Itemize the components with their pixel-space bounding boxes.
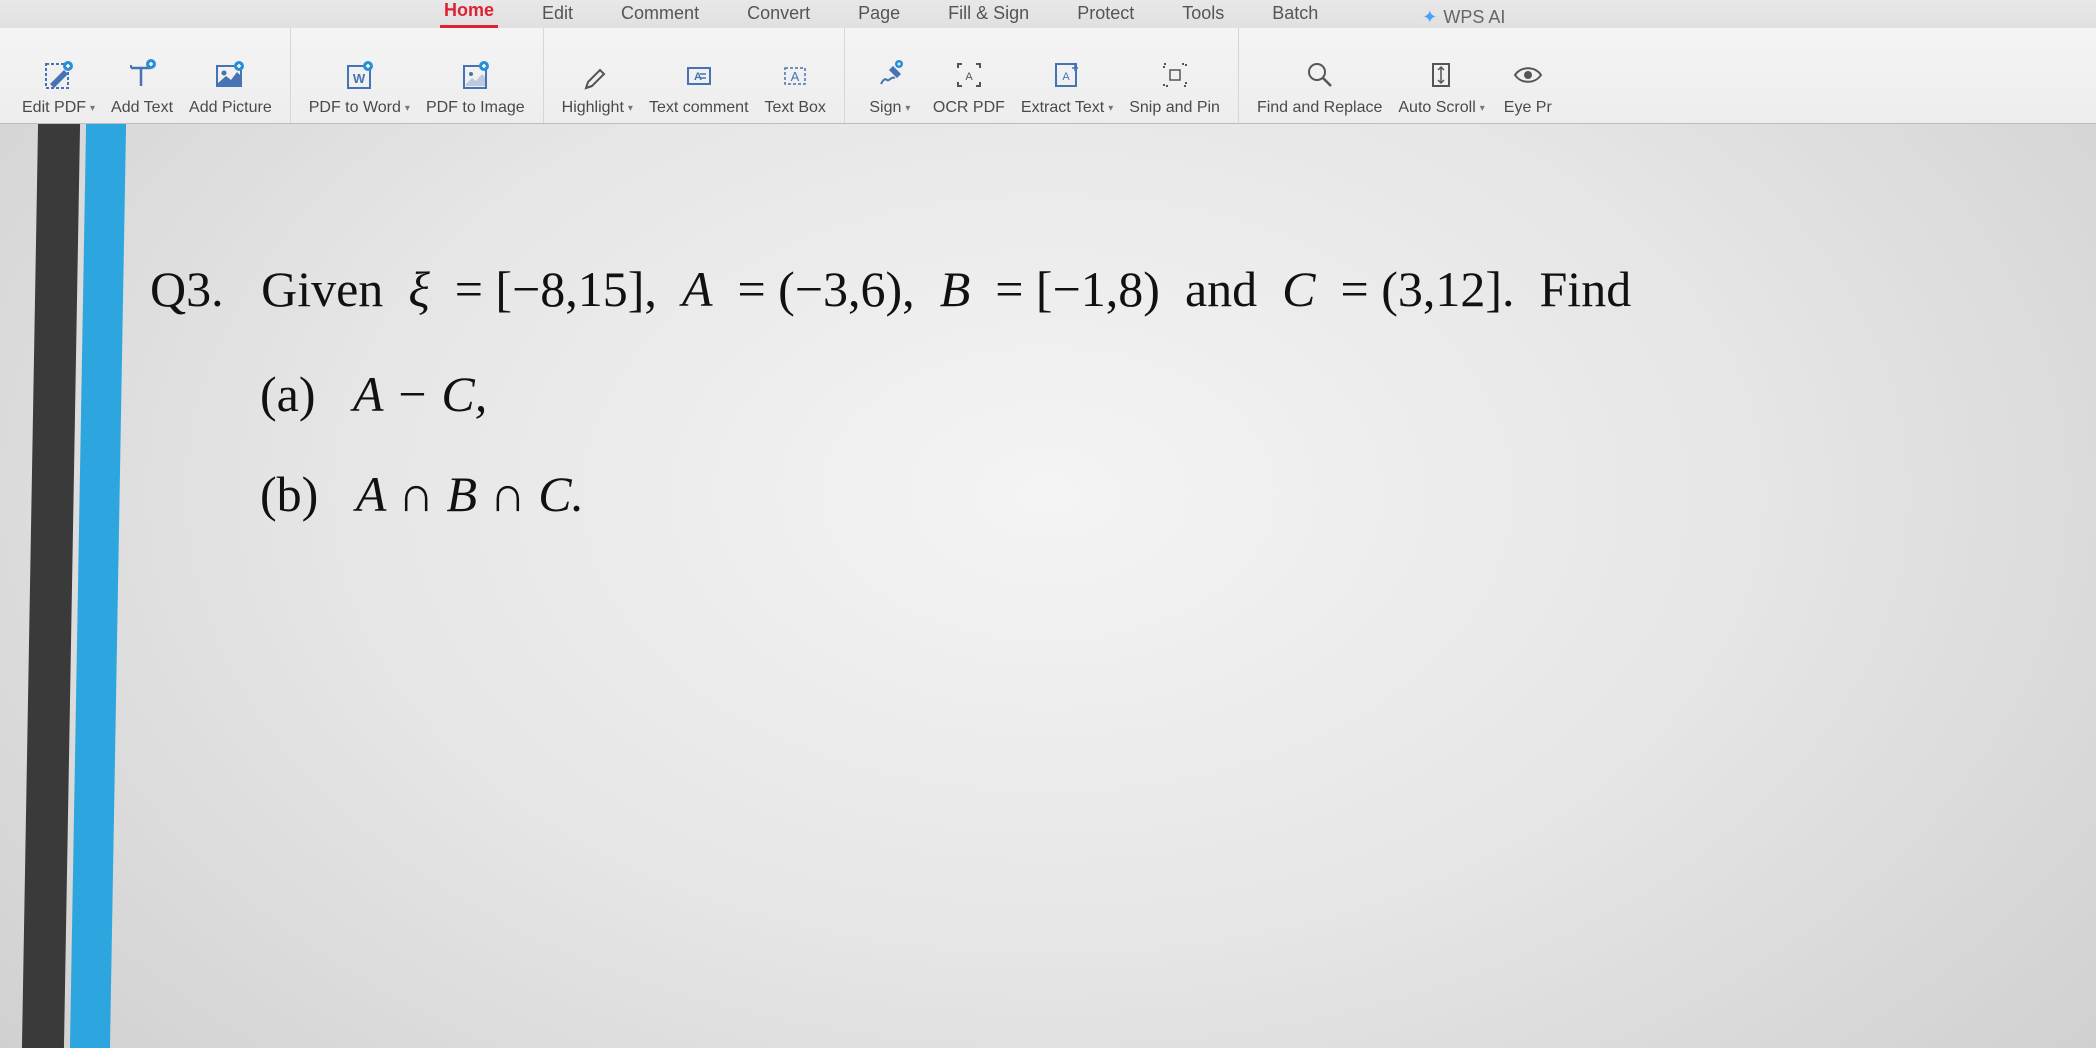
and-word: and: [1185, 261, 1257, 317]
text-comment-label: Text comment: [649, 99, 749, 117]
part-b-body: A ∩ B ∩ C.: [356, 466, 584, 522]
tab-edit[interactable]: Edit: [538, 3, 577, 28]
highlight-button[interactable]: Highlight ▾: [554, 28, 641, 123]
find-replace-label: Find and Replace: [1257, 99, 1382, 117]
text-box-icon: A: [777, 57, 813, 93]
document-viewport[interactable]: Q3. Given ξ = [−8,15], A = (−3,6), B = […: [0, 124, 2096, 1048]
chevron-down-icon: ▾: [628, 103, 633, 114]
pdf-to-image-label: PDF to Image: [426, 99, 525, 117]
page-margin-blue: [70, 124, 126, 1048]
tab-page[interactable]: Page: [854, 3, 904, 28]
pdf-to-word-button[interactable]: W PDF to Word ▾: [301, 28, 418, 123]
tab-tools[interactable]: Tools: [1178, 3, 1228, 28]
part-b: (b) A ∩ B ∩ C.: [260, 454, 2096, 534]
C-symbol: C: [1282, 261, 1315, 317]
B-symbol: B: [940, 261, 971, 317]
part-a-label: (a): [260, 366, 316, 422]
edit-pdf-label: Edit PDF: [22, 99, 86, 117]
chevron-down-icon: ▾: [405, 103, 410, 114]
auto-scroll-icon: [1424, 57, 1460, 93]
extract-text-label: Extract Text: [1021, 99, 1104, 117]
search-icon: [1302, 57, 1338, 93]
chevron-down-icon: ▾: [1480, 103, 1485, 114]
highlight-icon: [579, 57, 615, 93]
B-value: = [−1,8): [995, 261, 1160, 317]
add-text-icon: [124, 57, 160, 93]
ribbon-group-annotate: Highlight ▾ A Text comment A Text Box: [544, 28, 845, 123]
snip-pin-label: Snip and Pin: [1129, 99, 1220, 117]
ocr-pdf-label: OCR PDF: [933, 99, 1005, 117]
ribbon-group-edit: Edit PDF ▾ Add Text Add Picture: [4, 28, 291, 123]
ocr-pdf-button[interactable]: A OCR PDF: [925, 28, 1013, 123]
pdf-to-word-label: PDF to Word: [309, 99, 401, 117]
chevron-down-icon: ▾: [90, 103, 95, 114]
svg-text:A: A: [694, 71, 702, 83]
edit-pdf-button[interactable]: Edit PDF ▾: [14, 28, 103, 123]
part-a-body: A − C,: [353, 366, 487, 422]
add-text-button[interactable]: Add Text: [103, 28, 181, 123]
svg-text:A: A: [965, 71, 973, 83]
edit-pdf-icon: [41, 57, 77, 93]
add-picture-icon: [212, 57, 248, 93]
tab-comment[interactable]: Comment: [617, 3, 703, 28]
document-content: Q3. Given ξ = [−8,15], A = (−3,6), B = […: [150, 254, 2096, 534]
ocr-pdf-icon: A: [951, 57, 987, 93]
pdf-to-word-icon: W: [341, 57, 377, 93]
given-word: Given: [261, 261, 383, 317]
part-b-label: (b): [260, 466, 318, 522]
wps-ai-label: WPS AI: [1443, 7, 1505, 28]
add-text-label: Add Text: [111, 99, 173, 117]
eye-icon: [1510, 57, 1546, 93]
C-value: = (3,12].: [1341, 261, 1515, 317]
sparkle-icon: ✦: [1422, 7, 1437, 28]
tab-protect[interactable]: Protect: [1073, 3, 1138, 28]
tab-batch[interactable]: Batch: [1268, 3, 1322, 28]
text-comment-button[interactable]: A Text comment: [641, 28, 757, 123]
auto-scroll-button[interactable]: Auto Scroll ▾: [1390, 28, 1492, 123]
A-value: = (−3,6),: [737, 261, 914, 317]
pdf-to-image-button[interactable]: PDF to Image: [418, 28, 533, 123]
ribbon-toolbar: Edit PDF ▾ Add Text Add Picture W PDF to …: [0, 28, 2096, 124]
tab-fillsign[interactable]: Fill & Sign: [944, 3, 1033, 28]
chevron-down-icon: ▾: [1108, 103, 1113, 114]
sign-label: Sign: [869, 99, 901, 117]
find-word: Find: [1540, 261, 1632, 317]
question-number: Q3.: [150, 261, 224, 317]
A-symbol: A: [682, 261, 713, 317]
xi-value: = [−8,15],: [455, 261, 657, 317]
sign-icon: [872, 57, 908, 93]
text-box-button[interactable]: A Text Box: [757, 28, 834, 123]
ribbon-group-tools: Sign ▾ A OCR PDF A Extract Text ▾ Snip and…: [845, 28, 1239, 123]
sign-button[interactable]: Sign ▾: [855, 28, 925, 123]
pdf-to-image-icon: [457, 57, 493, 93]
svg-text:A: A: [791, 69, 800, 84]
extract-text-button[interactable]: A Extract Text ▾: [1013, 28, 1121, 123]
snip-pin-button[interactable]: Snip and Pin: [1121, 28, 1228, 123]
find-replace-button[interactable]: Find and Replace: [1249, 28, 1390, 123]
extract-text-icon: A: [1049, 57, 1085, 93]
snip-pin-icon: [1157, 57, 1193, 93]
part-a: (a) A − C,: [260, 354, 2096, 434]
add-picture-label: Add Picture: [189, 99, 272, 117]
add-picture-button[interactable]: Add Picture: [181, 28, 280, 123]
svg-text:A: A: [1062, 71, 1070, 83]
menu-tabs: Home Edit Comment Convert Page Fill & Si…: [0, 0, 2096, 28]
xi-symbol: ξ: [408, 261, 429, 317]
highlight-label: Highlight: [562, 99, 624, 117]
eye-pr-button[interactable]: Eye Pr: [1493, 28, 1563, 123]
text-box-label: Text Box: [765, 99, 826, 117]
tab-convert[interactable]: Convert: [743, 3, 814, 28]
ribbon-group-view: Find and Replace Auto Scroll ▾ Eye Pr: [1239, 28, 1573, 123]
chevron-down-icon: ▾: [905, 103, 910, 114]
eye-pr-label: Eye Pr: [1504, 99, 1552, 117]
tab-wps-ai[interactable]: ✦ WPS AI: [1422, 7, 1505, 28]
tab-home[interactable]: Home: [440, 0, 498, 28]
svg-text:W: W: [353, 71, 366, 86]
ribbon-group-convert: W PDF to Word ▾ PDF to Image: [291, 28, 544, 123]
question-line: Q3. Given ξ = [−8,15], A = (−3,6), B = […: [150, 254, 2096, 324]
text-comment-icon: A: [681, 57, 717, 93]
auto-scroll-label: Auto Scroll: [1398, 99, 1475, 117]
